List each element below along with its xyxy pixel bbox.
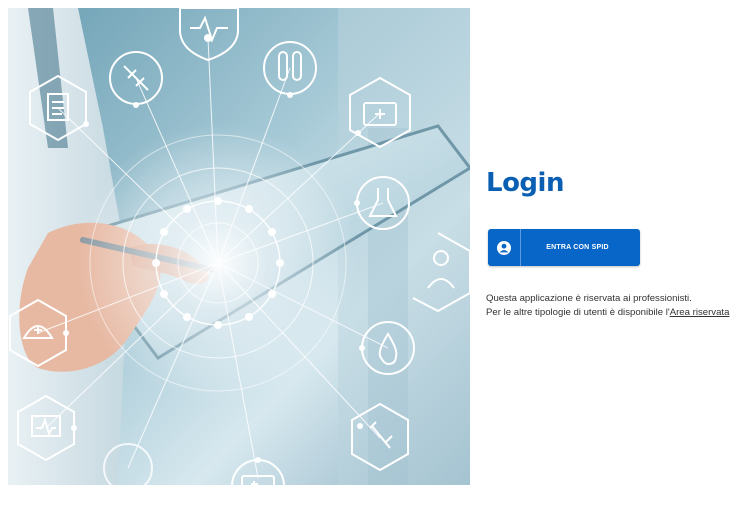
spid-login-button[interactable]: ENTRA CON SPID [488, 229, 640, 266]
info-line-2: Per le altre tipologie di utenti è dispo… [486, 306, 756, 320]
spid-button-label: ENTRA CON SPID [546, 244, 609, 251]
login-page: Login ENTRA CON SPID Questa applicazione… [0, 0, 756, 515]
area-riservata-link[interactable]: Area riservata [670, 307, 730, 318]
info-line-1: Questa applicazione è riservata ai profe… [486, 293, 692, 304]
info-text: Questa applicazione è riservata ai profe… [486, 292, 756, 320]
user-icon [488, 229, 521, 266]
login-panel: Login ENTRA CON SPID Questa applicazione… [486, 166, 754, 318]
info-line-2-prefix: Per le altre tipologie di utenti è dispo… [486, 307, 670, 318]
page-title: Login [486, 168, 564, 198]
hero-image [8, 8, 470, 485]
